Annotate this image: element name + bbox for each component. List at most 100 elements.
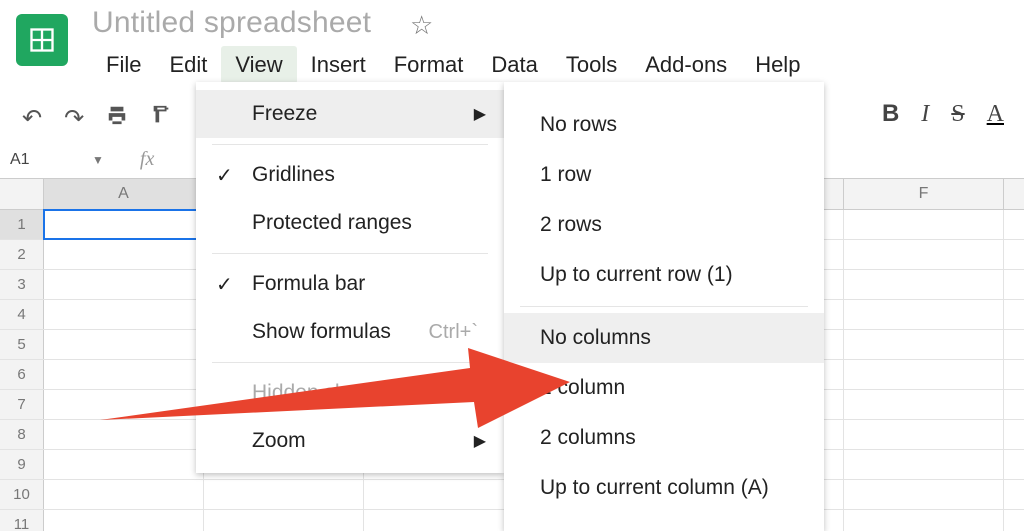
cell[interactable]: [44, 210, 204, 239]
name-box-dropdown-icon[interactable]: ▼: [92, 153, 104, 167]
menu-item-freeze[interactable]: Freeze ▶: [196, 90, 504, 138]
menu-view[interactable]: View: [221, 46, 296, 84]
row-header[interactable]: 10: [0, 480, 44, 509]
menu-item-label: No columns: [540, 326, 651, 350]
menu-tools[interactable]: Tools: [552, 46, 631, 84]
cell[interactable]: [844, 480, 1004, 509]
cell[interactable]: [844, 330, 1004, 359]
cell[interactable]: [844, 450, 1004, 479]
menu-item-label: Protected ranges: [252, 211, 412, 235]
menu-insert[interactable]: Insert: [297, 46, 380, 84]
row-header[interactable]: 3: [0, 270, 44, 299]
name-box[interactable]: A1: [4, 149, 84, 171]
fx-label: fx: [140, 148, 154, 171]
menu-item-label: Show formulas: [252, 320, 391, 344]
column-header[interactable]: F: [844, 179, 1004, 209]
submenu-arrow-icon: ▶: [474, 431, 486, 451]
row-header[interactable]: 1: [0, 210, 44, 239]
strikethrough-button[interactable]: S: [951, 101, 964, 128]
row-header[interactable]: 11: [0, 510, 44, 531]
cell[interactable]: [844, 360, 1004, 389]
menu-shortcut: Ctrl+`: [429, 321, 478, 344]
menu-item-2-columns[interactable]: 2 columns: [504, 413, 824, 463]
submenu-arrow-icon: ▶: [474, 104, 486, 124]
menu-item-protected-ranges[interactable]: Protected ranges: [196, 199, 504, 247]
menu-file[interactable]: File: [92, 46, 155, 84]
menu-item-label: 2 rows: [540, 213, 602, 237]
menu-item-formula-bar[interactable]: ✓ Formula bar: [196, 260, 504, 308]
menu-item-1-column[interactable]: 1 column: [504, 363, 824, 413]
row-header[interactable]: 7: [0, 390, 44, 419]
cell[interactable]: [204, 480, 364, 509]
checkmark-icon: ✓: [216, 163, 233, 188]
cell[interactable]: [44, 450, 204, 479]
name-box-row: A1 ▼ fx: [4, 148, 154, 171]
cell[interactable]: [44, 270, 204, 299]
cell[interactable]: [44, 420, 204, 449]
star-icon[interactable]: ☆: [410, 10, 433, 41]
menu-item-label: Freeze: [252, 102, 317, 126]
toolbar-format: B I S A: [882, 100, 1004, 128]
cell[interactable]: [44, 240, 204, 269]
cell[interactable]: [204, 510, 364, 531]
menu-item-label: Up to current row (1): [540, 263, 733, 287]
sheets-logo[interactable]: [16, 14, 68, 66]
row-header[interactable]: 6: [0, 360, 44, 389]
menu-data[interactable]: Data: [477, 46, 551, 84]
cell[interactable]: [44, 330, 204, 359]
freeze-submenu: No rows 1 row 2 rows Up to current row (1) N…: [504, 82, 824, 531]
menu-item-up-to-current-row-1-[interactable]: Up to current row (1): [504, 250, 824, 300]
cell[interactable]: [44, 510, 204, 531]
cell[interactable]: [364, 510, 524, 531]
cell[interactable]: [844, 300, 1004, 329]
cell[interactable]: [44, 480, 204, 509]
cell[interactable]: [44, 300, 204, 329]
menu-item-up-to-current-column-a-[interactable]: Up to current column (A): [504, 463, 824, 513]
cell[interactable]: [44, 390, 204, 419]
menu-item-zoom[interactable]: Zoom▶: [196, 417, 504, 465]
menu-help[interactable]: Help: [741, 46, 814, 84]
row-header[interactable]: 9: [0, 450, 44, 479]
menu-add-ons[interactable]: Add-ons: [631, 46, 741, 84]
row-header[interactable]: 4: [0, 300, 44, 329]
undo-icon[interactable]: ↶: [22, 104, 42, 133]
bold-button[interactable]: B: [882, 100, 899, 128]
menu-item-1-row[interactable]: 1 row: [504, 150, 824, 200]
menu-item-label: No rows: [540, 113, 617, 137]
menu-item-2-rows[interactable]: 2 rows: [504, 200, 824, 250]
cell[interactable]: [844, 240, 1004, 269]
print-icon[interactable]: [106, 104, 128, 133]
italic-button[interactable]: I: [921, 101, 929, 128]
row-header[interactable]: 5: [0, 330, 44, 359]
menu-item-no-columns[interactable]: No columns: [504, 313, 824, 363]
sheets-grid-icon: [28, 26, 56, 54]
menu-item-label: 2 columns: [540, 426, 636, 450]
menu-item-label: Formula bar: [252, 272, 365, 296]
column-header[interactable]: A: [44, 179, 204, 209]
text-color-button[interactable]: A: [987, 101, 1004, 128]
row-header[interactable]: 8: [0, 420, 44, 449]
row-header[interactable]: 2: [0, 240, 44, 269]
menubar: FileEditViewInsertFormatDataToolsAdd-ons…: [92, 46, 814, 84]
checkmark-icon: ✓: [216, 272, 233, 297]
menu-item-no-rows[interactable]: No rows: [504, 100, 824, 150]
redo-icon[interactable]: ↷: [64, 104, 84, 133]
cell[interactable]: [844, 420, 1004, 449]
menu-item-label: Hidden sheets: [252, 381, 386, 405]
cell[interactable]: [844, 210, 1004, 239]
cell[interactable]: [844, 510, 1004, 531]
cell[interactable]: [844, 390, 1004, 419]
select-all-corner[interactable]: [0, 179, 44, 209]
menu-separator: [212, 253, 488, 254]
cell[interactable]: [364, 480, 524, 509]
cell[interactable]: [44, 360, 204, 389]
menu-separator: [212, 144, 488, 145]
menu-item-gridlines[interactable]: ✓Gridlines: [196, 151, 504, 199]
document-title[interactable]: Untitled spreadsheet: [92, 6, 371, 40]
cell[interactable]: [844, 270, 1004, 299]
menu-format[interactable]: Format: [380, 46, 478, 84]
menu-edit[interactable]: Edit: [155, 46, 221, 84]
menu-item-label: 1 column: [540, 376, 625, 400]
menu-item-show-formulas[interactable]: Show formulas Ctrl+`: [196, 308, 504, 356]
paint-format-icon[interactable]: [150, 104, 172, 133]
